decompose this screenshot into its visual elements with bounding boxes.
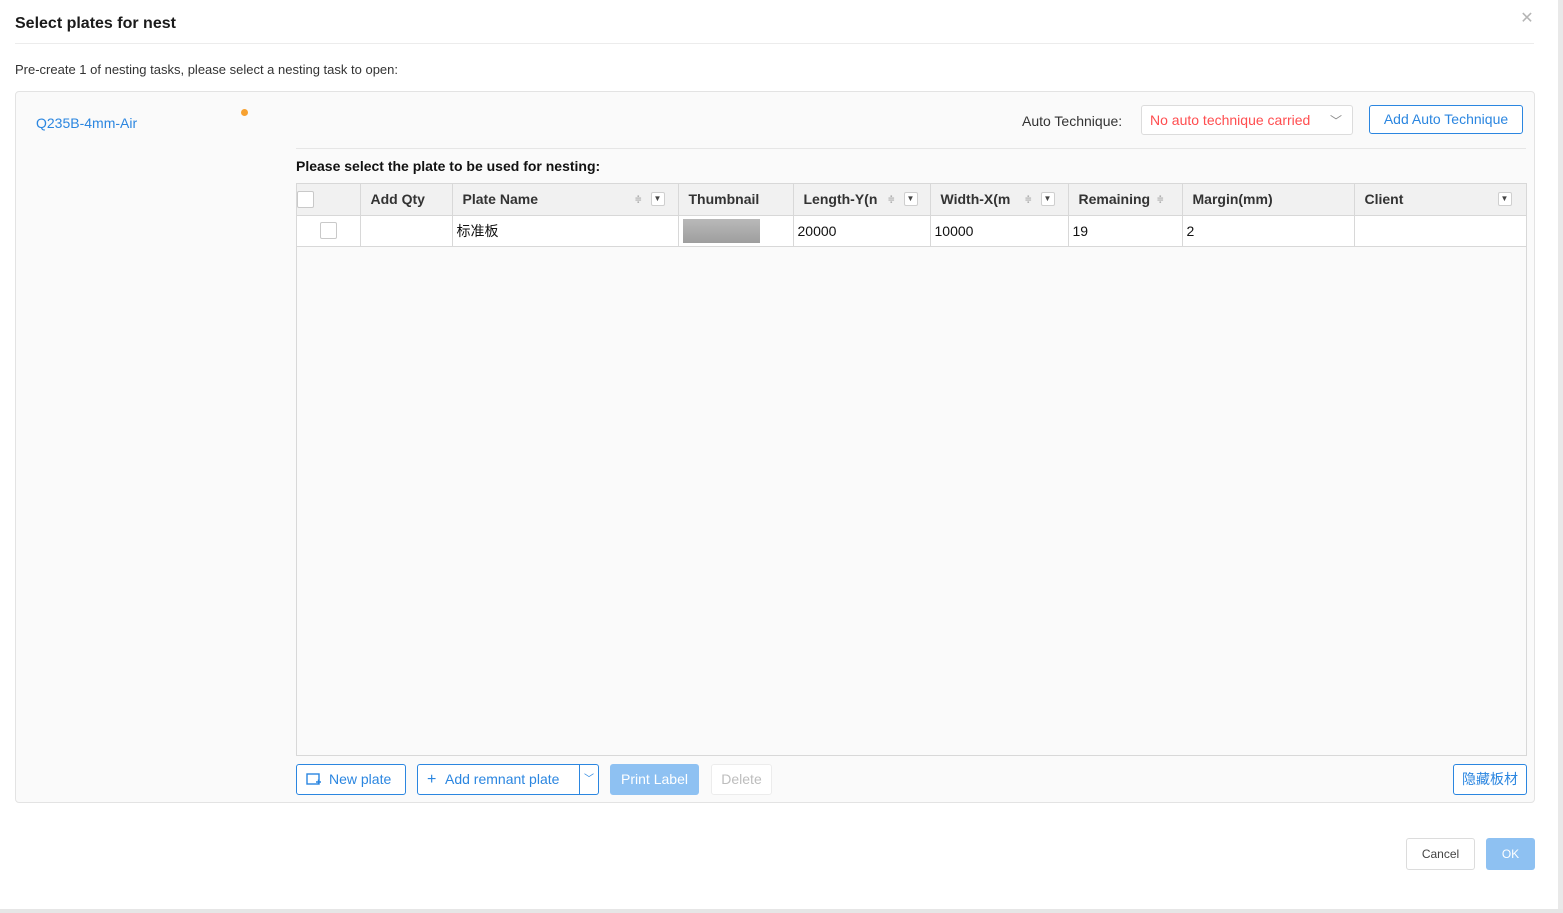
row-select-cell — [297, 215, 361, 247]
close-icon[interactable]: ✕ — [1520, 11, 1534, 27]
chevron-down-icon: ﹀ — [1329, 114, 1342, 128]
auto-technique-value: No auto technique carried — [1150, 112, 1311, 128]
cell-margin: 2 — [1182, 215, 1355, 247]
col-margin[interactable]: Margin(mm) — [1182, 184, 1355, 216]
col-length[interactable]: Length-Y(n ≑ ▼ — [793, 184, 931, 216]
col-plate-name[interactable]: Plate Name ≑ ▼ — [452, 184, 679, 216]
plus-icon: + — [427, 771, 437, 788]
cell-thumbnail — [678, 215, 794, 247]
scrollbar[interactable] — [1558, 0, 1563, 913]
divider — [296, 148, 1526, 149]
cancel-button[interactable]: Cancel — [1406, 838, 1475, 870]
add-auto-technique-button[interactable]: Add Auto Technique — [1369, 105, 1523, 134]
new-plate-button[interactable]: New plate — [296, 764, 406, 795]
sort-icon[interactable]: ≑ — [635, 193, 643, 205]
task-status-dot — [241, 109, 248, 116]
delete-button[interactable]: Delete — [711, 764, 772, 795]
filter-dropdown-icon[interactable]: ▼ — [1040, 192, 1055, 206]
plate-grid: Add Qty Plate Name ≑ ▼ Thumbnail Length-… — [296, 183, 1527, 756]
ok-button[interactable]: OK — [1486, 838, 1535, 870]
cell-remaining: 19 — [1068, 215, 1183, 247]
dialog-title: Select plates for nest — [15, 15, 176, 32]
hide-plates-button[interactable]: 隐藏板材 — [1453, 764, 1527, 795]
nesting-task-panel: Q235B-4mm-Air Auto Technique: No auto te… — [15, 91, 1535, 803]
print-label-button[interactable]: Print Label — [610, 764, 699, 795]
filter-dropdown-icon[interactable]: ▼ — [650, 192, 665, 206]
col-client[interactable]: Client ▼ — [1354, 184, 1526, 216]
filter-dropdown-icon[interactable]: ▼ — [1497, 192, 1512, 206]
auto-technique-select[interactable]: No auto technique carried ﹀ — [1141, 105, 1353, 135]
select-plates-dialog: Select plates for nest ✕ Pre-create 1 of… — [0, 0, 1563, 913]
new-plate-icon — [306, 773, 321, 785]
filter-dropdown-icon[interactable]: ▼ — [903, 192, 918, 206]
cell-width: 10000 — [930, 215, 1069, 247]
dialog-header: Select plates for nest ✕ — [15, 0, 1534, 44]
auto-technique-label: Auto Technique: — [1022, 113, 1123, 129]
chevron-down-icon[interactable]: ﹀ — [579, 765, 598, 794]
select-all-cell — [297, 184, 361, 216]
grid-header-row: Add Qty Plate Name ≑ ▼ Thumbnail Length-… — [297, 184, 1526, 216]
table-row[interactable]: 标准板 20000 10000 19 2 — [297, 215, 1526, 247]
row-checkbox[interactable] — [319, 222, 337, 240]
plate-thumbnail — [682, 218, 760, 243]
dialog-subtitle: Pre-create 1 of nesting tasks, please se… — [15, 62, 398, 77]
task-item-q235b[interactable]: Q235B-4mm-Air — [36, 115, 137, 131]
cell-plate-name: 标准板 — [452, 215, 679, 247]
cell-client — [1354, 215, 1526, 247]
col-thumbnail[interactable]: Thumbnail — [678, 184, 794, 216]
sort-icon[interactable]: ≑ — [888, 193, 896, 205]
col-width[interactable]: Width-X(m ≑ ▼ — [930, 184, 1069, 216]
select-all-checkbox[interactable] — [297, 191, 314, 209]
sort-icon[interactable]: ≑ — [1154, 193, 1165, 205]
col-remaining[interactable]: Remaining ≑ — [1068, 184, 1183, 216]
grid-title: Please select the plate to be used for n… — [296, 158, 601, 174]
col-add-qty[interactable]: Add Qty — [360, 184, 453, 216]
cell-length: 20000 — [793, 215, 931, 247]
sort-icon[interactable]: ≑ — [1025, 193, 1033, 205]
bottom-edge — [0, 909, 1563, 913]
add-remnant-plate-button[interactable]: + Add remnant plate ﹀ — [417, 764, 599, 795]
cell-add-qty[interactable] — [360, 215, 453, 247]
